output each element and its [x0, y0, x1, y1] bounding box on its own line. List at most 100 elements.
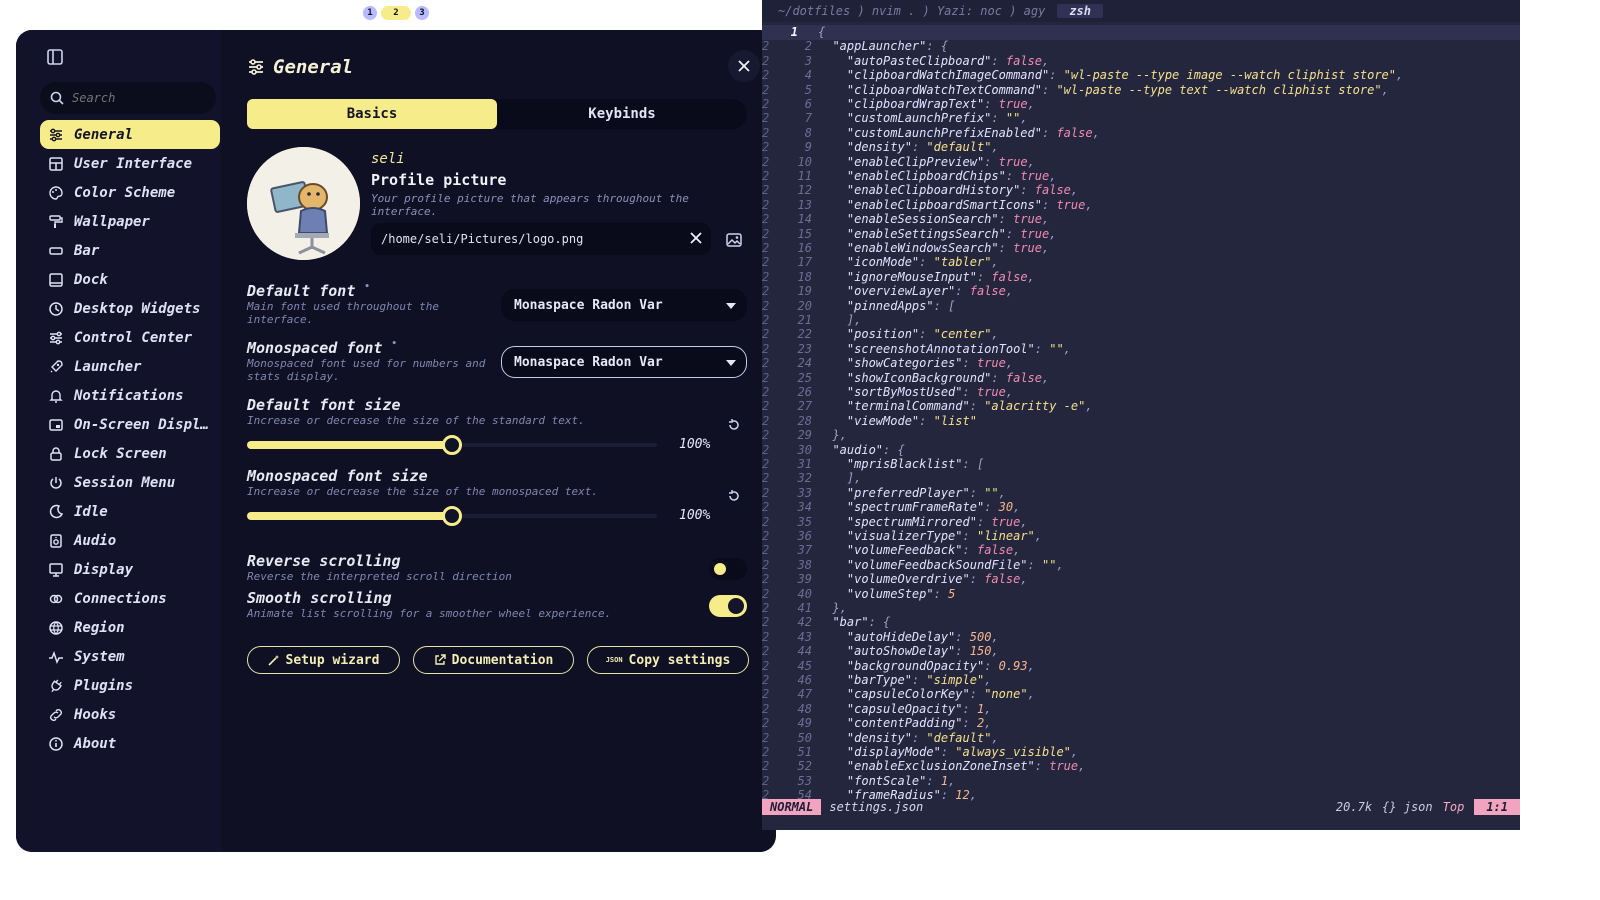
default-size-slider[interactable] — [247, 434, 657, 456]
code-text: "volumeFeedbackSoundFile": "", — [846, 557, 1064, 572]
avatar[interactable] — [247, 147, 360, 260]
workspace-2[interactable]: 2 — [381, 6, 411, 20]
code-text: "capsuleColorKey": "none", — [846, 687, 1035, 702]
sidebar-item-user-interface[interactable]: User Interface — [40, 149, 220, 178]
sidebar-item-general[interactable]: General — [40, 120, 220, 149]
line-number: 39 — [797, 572, 812, 587]
sidebar-item-on-screen-displ[interactable]: On-Screen Displ… — [40, 410, 220, 439]
fold-gutter: 2 — [762, 572, 770, 587]
sidebar-item-plugins[interactable]: Plugins — [40, 671, 220, 700]
layout-icon — [49, 156, 63, 171]
cursor-position: 1:1 — [1474, 799, 1520, 815]
sidebar-toggle-icon[interactable] — [46, 48, 66, 68]
sidebar-item-connections[interactable]: Connections — [40, 584, 220, 613]
line-number: 47 — [797, 687, 812, 702]
code-text: "iconMode": "tabler", — [846, 255, 999, 270]
clear-icon[interactable] — [689, 231, 703, 248]
workspace-1[interactable]: 1 — [363, 6, 377, 20]
file-size: 20.7k — [1335, 800, 1373, 814]
fold-gutter: 2 — [762, 759, 770, 774]
sidebar-item-bar[interactable]: Bar — [40, 236, 220, 265]
line-number: 43 — [797, 629, 812, 644]
tab-basics[interactable]: Basics — [247, 99, 497, 129]
search-box[interactable] — [40, 82, 216, 114]
line-number: 45 — [797, 658, 812, 673]
code-text: "enableSettingsSearch": true, — [846, 226, 1057, 241]
code-text: ], — [846, 313, 862, 327]
code-line: 2 48 "capsuleOpacity": 1, — [762, 702, 1520, 717]
code-line: 2 11 "enableClipboardChips": true, — [762, 169, 1520, 184]
fold-gutter: 2 — [762, 284, 770, 299]
line-number: 49 — [797, 716, 812, 731]
sidebar-item-system[interactable]: System — [40, 642, 220, 671]
line-number: 32 — [797, 471, 812, 486]
code-text: "bar": { — [832, 615, 891, 630]
copy-settings-button[interactable]: JSON Copy settings — [587, 646, 749, 674]
code-text: "preferredPlayer": "", — [846, 485, 1006, 500]
code-text: }, — [832, 428, 847, 443]
sidebar-item-about[interactable]: About — [40, 729, 220, 758]
sidebar-item-desktop-widgets[interactable]: Desktop Widgets — [40, 294, 220, 323]
sidebar-item-label: User Interface — [74, 155, 193, 172]
page-header: General — [247, 51, 760, 83]
tab-zsh[interactable]: zsh — [1057, 4, 1103, 18]
sidebar-item-session-menu[interactable]: Session Menu — [40, 468, 220, 497]
sidebar-item-audio[interactable]: Audio — [40, 526, 220, 555]
mono-size-row: Monospaced font size Increase or decreas… — [247, 467, 747, 531]
external-link-icon — [434, 654, 446, 665]
mono-font-select[interactable]: Monaspace Radon Var — [501, 346, 747, 378]
code-text: "clipboardWatchTextCommand": "wl-paste -… — [846, 82, 1389, 97]
line-number: 21 — [797, 313, 812, 327]
scroll-position: Top — [1442, 800, 1465, 814]
line-number: 11 — [797, 169, 812, 183]
close-button[interactable] — [728, 50, 760, 82]
sidebar-item-wallpaper[interactable]: Wallpaper — [40, 207, 220, 236]
reverse-scroll-toggle[interactable] — [709, 558, 747, 580]
sidebar-item-hooks[interactable]: Hooks — [40, 700, 220, 729]
fold-gutter: 2 — [762, 313, 770, 327]
line-number: 28 — [797, 413, 812, 428]
search-input[interactable] — [72, 91, 202, 105]
mono-size-slider[interactable] — [247, 505, 657, 527]
tab-keybinds[interactable]: Keybinds — [497, 99, 747, 129]
sidebar-item-lock-screen[interactable]: Lock Screen — [40, 439, 220, 468]
sidebar-item-control-center[interactable]: Control Center — [40, 323, 220, 352]
sidebar-item-region[interactable]: Region — [40, 613, 220, 642]
editor-buffer[interactable]: 1{2 2 "appLauncher": {2 3 "autoPasteClipbo… — [762, 22, 1520, 802]
smooth-scroll-toggle[interactable] — [709, 595, 747, 617]
default-size-row: Default font size Increase or decrease t… — [247, 396, 747, 460]
profile-path-input[interactable]: /home/seli/Pictures/logo.png — [371, 223, 711, 255]
smooth-scroll-row: Smooth scrolling Animate list scrolling … — [247, 589, 747, 625]
sidebar-item-color-scheme[interactable]: Color Scheme — [40, 178, 220, 207]
terminal-window: ~/dotfiles ) nvim . ) Yazi: noc ) agy zs… — [762, 0, 1520, 830]
desktop: 1 2 3 General User Interface Color Scheme W… — [0, 0, 1600, 900]
code-line: 2 33 "preferredPlayer": "", — [762, 486, 1520, 501]
reset-icon[interactable] — [723, 485, 745, 507]
line-number: 35 — [797, 514, 812, 529]
mono-size-value: 100% — [679, 508, 711, 523]
default-font-select[interactable]: Monaspace Radon Var — [501, 289, 747, 321]
sidebar-item-label: Connections — [74, 590, 167, 607]
code-line: 2 53 "fontScale": 1, — [762, 774, 1520, 789]
sidebar-item-launcher[interactable]: Launcher — [40, 352, 220, 381]
reset-icon[interactable] — [723, 414, 745, 436]
code-line: 2 18 "ignoreMouseInput": false, — [762, 270, 1520, 285]
fold-gutter: 2 — [762, 125, 770, 140]
setup-wizard-button[interactable]: Setup wizard — [247, 646, 400, 674]
code-text: "backgroundOpacity": 0.93, — [846, 658, 1035, 673]
sidebar-item-dock[interactable]: Dock — [40, 265, 220, 294]
image-picker-icon[interactable] — [725, 231, 743, 253]
slider-handle[interactable] — [442, 506, 462, 526]
workspace-3[interactable]: 3 — [415, 6, 429, 20]
default-size-label: Default font size — [247, 396, 401, 414]
code-text: "clipboardWatchImageCommand": "wl-paste … — [846, 68, 1404, 83]
sidebar-item-notifications[interactable]: Notifications — [40, 381, 220, 410]
code-line: 2 25 "showIconBackground": false, — [762, 371, 1520, 386]
sidebar-item-display[interactable]: Display — [40, 555, 220, 584]
sidebar-item-idle[interactable]: Idle — [40, 497, 220, 526]
slider-handle[interactable] — [442, 435, 462, 455]
power-icon — [50, 476, 62, 489]
line-number: 46 — [797, 673, 812, 687]
documentation-button[interactable]: Documentation — [413, 646, 574, 674]
reverse-scroll-label: Reverse scrolling — [247, 552, 401, 570]
